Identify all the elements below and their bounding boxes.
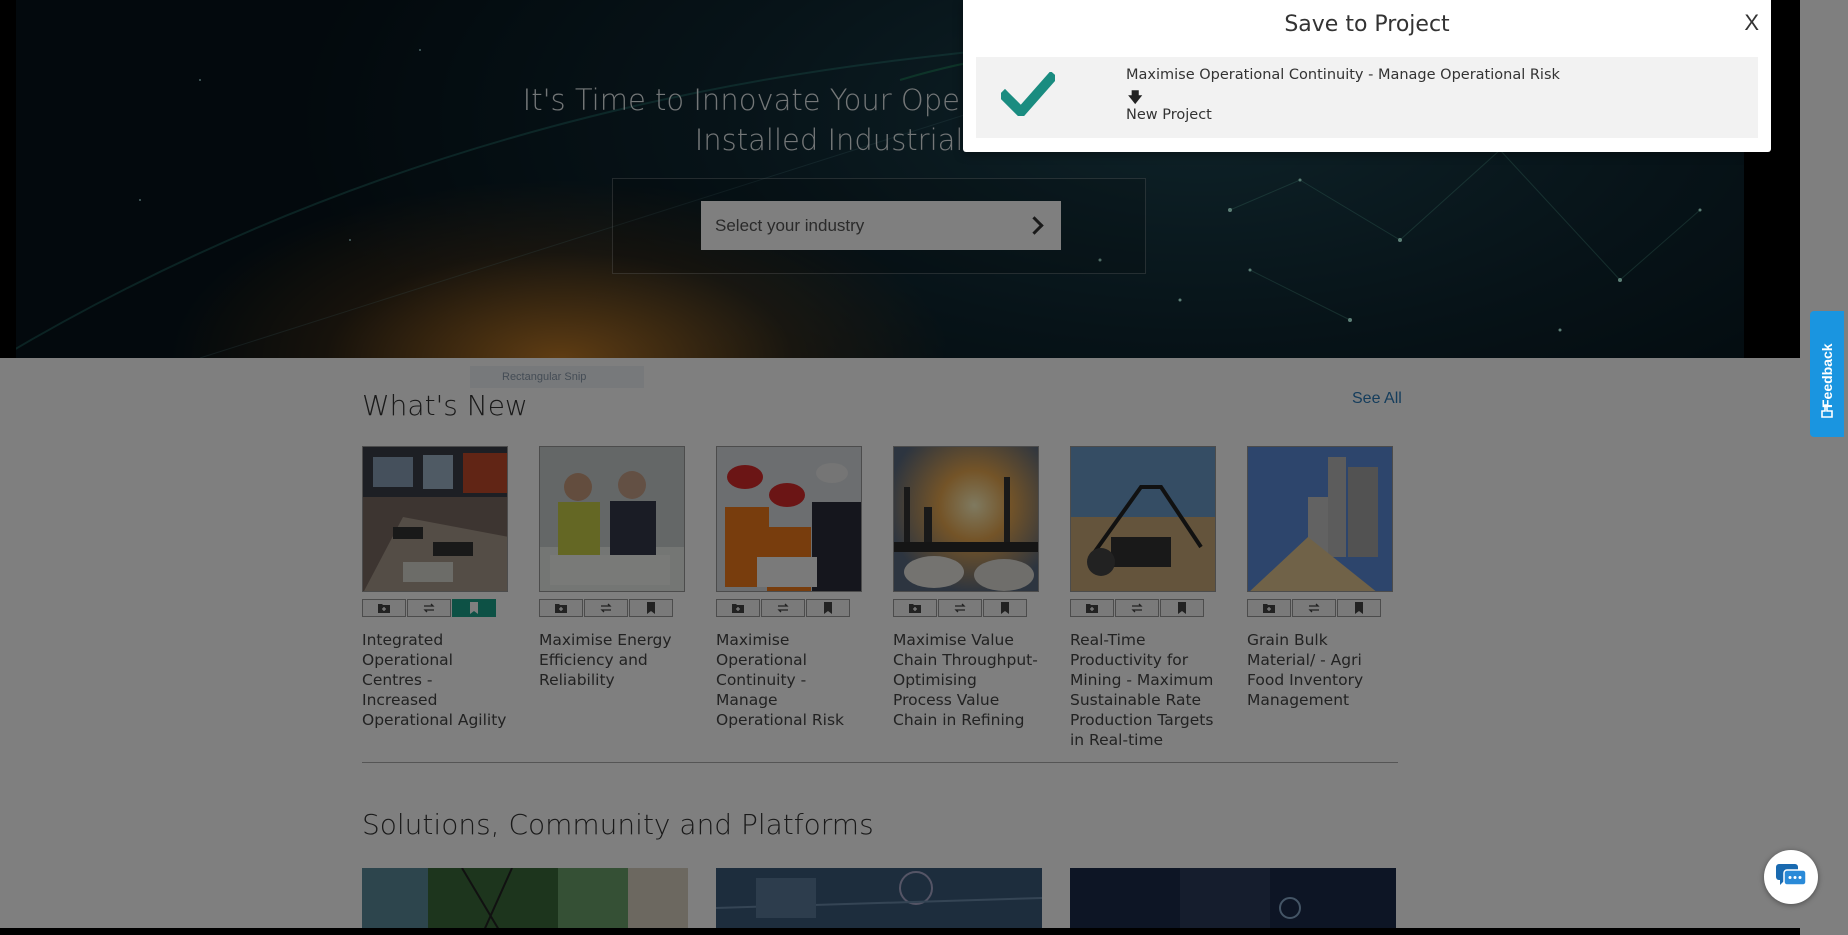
hand-pointer-icon [1821, 404, 1833, 418]
checkmark-icon [1001, 72, 1055, 116]
chat-button[interactable] [1764, 850, 1818, 904]
bottom-edge [0, 928, 1800, 935]
modal-title: Save to Project [1284, 12, 1450, 37]
chat-bubbles-icon [1776, 864, 1806, 886]
modal-confirmation: Maximise Operational Continuity - Manage… [976, 57, 1758, 138]
feedback-tab[interactable]: Feedback [1810, 311, 1844, 437]
close-button[interactable]: X [1744, 10, 1759, 36]
save-to-project-modal: Save to Project X Maximise Operational C… [963, 0, 1771, 152]
source-item: Maximise Operational Continuity - Manage… [1126, 67, 1560, 83]
destination-project: New Project [1126, 107, 1212, 123]
